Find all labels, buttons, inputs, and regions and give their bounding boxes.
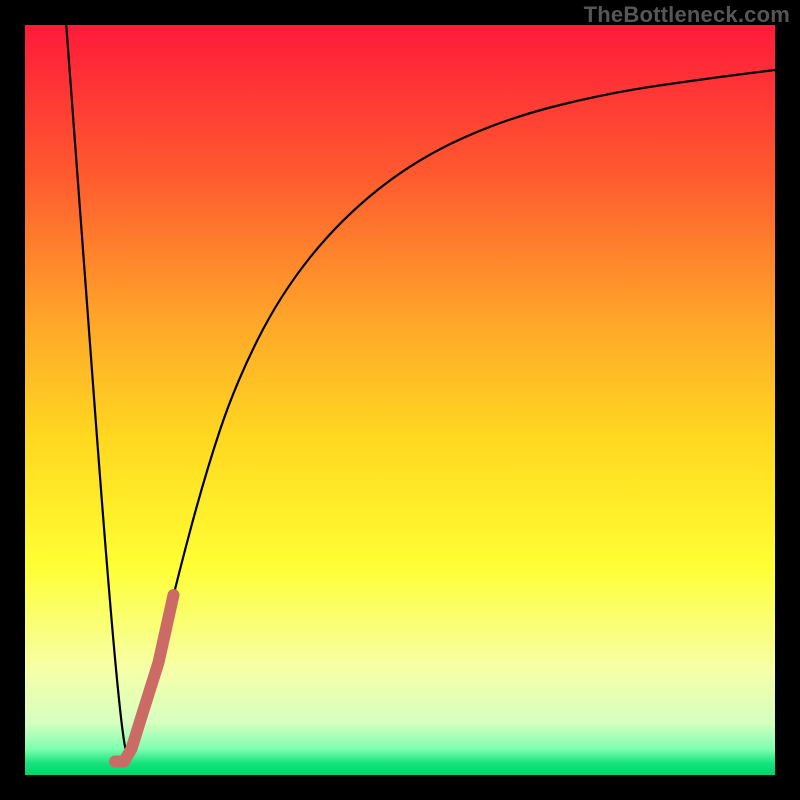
plot-background — [25, 25, 775, 775]
chart-frame: TheBottleneck.com — [0, 0, 800, 800]
watermark-text: TheBottleneck.com — [584, 2, 790, 28]
bottleneck-chart — [0, 0, 800, 800]
